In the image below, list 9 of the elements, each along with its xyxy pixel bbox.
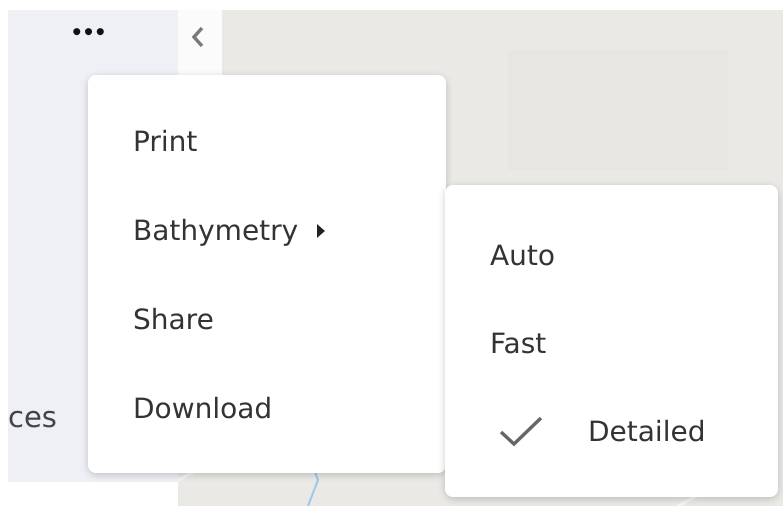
menu-option[interactable]: Auto — [445, 211, 778, 299]
menu-item[interactable]: Bathymetry — [88, 186, 446, 275]
sidebar-item-label: ces — [8, 400, 57, 434]
more-button[interactable]: ••• — [66, 18, 110, 46]
menu-item[interactable]: Print — [88, 97, 446, 186]
menu-option[interactable]: Fast — [445, 299, 778, 387]
menu-item[interactable]: Download — [88, 364, 446, 453]
menu-item[interactable]: Share — [88, 275, 446, 364]
menu-option[interactable]: Detailed — [445, 387, 778, 475]
